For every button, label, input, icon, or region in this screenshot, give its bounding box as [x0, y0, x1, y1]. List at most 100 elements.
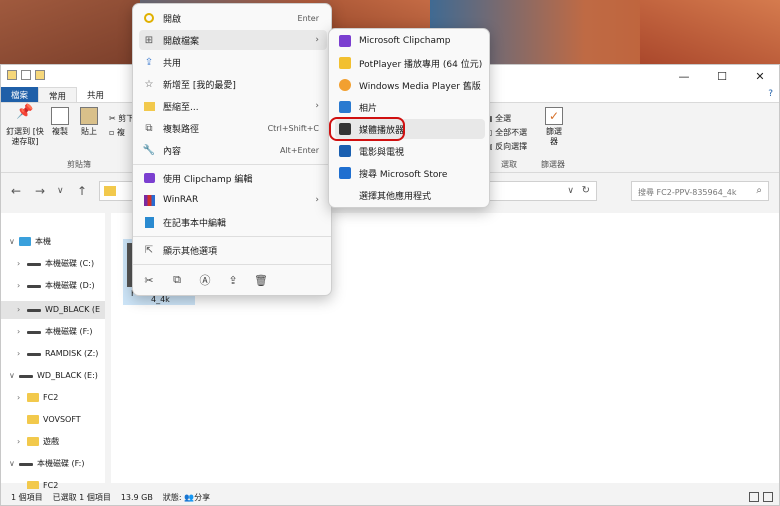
menu-item-add-favorites[interactable]: ☆ 新增至 [我的最愛]: [139, 74, 327, 94]
show-more-icon: ⇱: [144, 244, 154, 256]
paste-button[interactable]: 貼上: [75, 107, 103, 137]
app-label: 選擇其他應用程式: [359, 191, 432, 202]
chevron-down-icon[interactable]: ∨: [9, 459, 19, 468]
menu-item-share[interactable]: ⇪ 共用: [139, 52, 327, 72]
drive-icon: [19, 374, 33, 378]
copy-small-button[interactable]: ▫ 複: [109, 127, 125, 138]
chevron-right-icon[interactable]: ›: [17, 393, 27, 402]
help-icon[interactable]: ?: [768, 89, 773, 99]
wrench-icon: 🔧: [142, 144, 156, 156]
menu-item-clipchamp-edit[interactable]: 使用 Clipchamp 編輯: [139, 168, 327, 188]
tree-item-drive-z[interactable]: › RAMDISK (Z:): [17, 345, 98, 361]
recent-chevron-icon[interactable]: ∨: [57, 186, 64, 196]
media-player-icon: [339, 79, 351, 91]
tree-item-folder-vovsoft[interactable]: VOVSOFT: [27, 411, 81, 427]
menu-label: 在記事本中編輯: [163, 218, 227, 229]
app-search-store[interactable]: 搜尋 Microsoft Store: [335, 163, 485, 183]
tree-item-drive-e[interactable]: › WD_BLACK (E: [17, 301, 100, 317]
menu-separator: [133, 236, 331, 237]
selected-size: 13.9 GB: [120, 492, 153, 502]
tree-item-drive-f[interactable]: › 本機磁碟 (F:): [17, 323, 92, 339]
app-movies-tv[interactable]: 電影與電視: [335, 141, 485, 161]
cut-icon[interactable]: ✂: [141, 272, 157, 288]
app-potplayer[interactable]: PotPlayer 播放專用 (64 位元): [335, 53, 485, 73]
app-photos[interactable]: 相片: [335, 97, 485, 117]
chevron-right-icon[interactable]: ›: [17, 327, 27, 336]
menu-item-notepad-edit[interactable]: 在記事本中編輯: [139, 212, 327, 232]
tab-file[interactable]: 檔案: [1, 87, 39, 102]
app-clipchamp[interactable]: Microsoft Clipchamp: [335, 31, 485, 51]
filter-group-label: 篩選器: [541, 160, 565, 169]
maximize-button[interactable]: ☐: [703, 65, 741, 87]
menu-item-show-more[interactable]: ⇱ 顯示其他選項: [139, 240, 327, 260]
tab-share[interactable]: 共用: [77, 87, 114, 102]
menu-item-open-with[interactable]: ⊞ 開啟檔案 ›: [139, 30, 327, 50]
filter-button[interactable]: ✓ 篩選 器: [539, 107, 569, 147]
close-button[interactable]: ✕: [741, 65, 779, 87]
tree-item-wd-black[interactable]: ∨ WD_BLACK (E:): [9, 367, 98, 383]
cut-button[interactable]: ✂ 剪下: [109, 113, 134, 124]
invert-select-button[interactable]: ▣ 反向選擇: [485, 141, 527, 152]
app-choose-other[interactable]: 選擇其他應用程式: [335, 185, 485, 205]
tree-item-this-pc[interactable]: ∨ 本機: [9, 233, 51, 249]
delete-icon[interactable]: 🗑: [253, 272, 269, 288]
chevron-down-icon[interactable]: ∨: [9, 237, 19, 246]
share-icon[interactable]: ⇪: [225, 272, 241, 288]
menu-label: 壓縮至...: [163, 102, 199, 113]
chevron-down-icon[interactable]: ∨: [9, 371, 19, 380]
search-input[interactable]: 搜尋 FC2-PPV-835964_4k ⌕: [631, 181, 769, 201]
menu-item-open[interactable]: 開啟 Enter: [139, 8, 327, 28]
folder-icon[interactable]: [7, 70, 17, 80]
tree-item-drive-f2[interactable]: ∨ 本機磁碟 (F:): [9, 455, 84, 471]
copy-button[interactable]: 複製: [47, 107, 73, 137]
paste-icon: [80, 107, 98, 125]
pin-icon: 📌: [16, 104, 34, 120]
tree-item-folder-games[interactable]: › 遊戲: [17, 433, 59, 449]
chevron-down-icon[interactable]: ∨: [567, 186, 574, 196]
blank-icon: [339, 189, 351, 201]
tree-item-drive-d[interactable]: › 本機磁碟 (D:): [17, 277, 95, 293]
back-arrow-icon[interactable]: ←: [11, 184, 21, 198]
clipchamp-icon: [339, 35, 351, 47]
copy-icon[interactable]: ⧉: [169, 272, 185, 288]
chevron-right-icon[interactable]: ›: [17, 281, 27, 290]
select-group-label: 選取: [501, 160, 517, 169]
properties-icon[interactable]: [21, 70, 31, 80]
app-label: 搜尋 Microsoft Store: [359, 169, 448, 180]
select-none-button[interactable]: ▢ 全部不選: [485, 127, 527, 138]
potplayer-icon: [339, 57, 351, 69]
refresh-icon[interactable]: ↻: [582, 185, 590, 196]
large-icons-view-icon[interactable]: [763, 492, 773, 502]
copy-label: 複製: [52, 127, 68, 136]
rename-icon[interactable]: Ⓐ: [197, 272, 213, 288]
tree-label: 本機磁碟 (F:): [45, 326, 93, 336]
tab-home[interactable]: 常用: [38, 87, 78, 102]
people-icon: 👥: [184, 492, 195, 502]
minimize-button[interactable]: —: [665, 65, 703, 87]
pin-quick-access-button[interactable]: 📌 釘選到 [快速存取]: [5, 104, 45, 147]
invert-select-label: 反向選擇: [495, 142, 528, 151]
app-wmp-legacy[interactable]: Windows Media Player 舊版: [335, 75, 485, 95]
chevron-right-icon[interactable]: ›: [17, 349, 27, 358]
forward-arrow-icon[interactable]: →: [35, 184, 45, 198]
chevron-right-icon[interactable]: ›: [17, 305, 27, 314]
menu-item-winrar[interactable]: WinRAR ›: [139, 190, 327, 210]
item-count: 1 個項目: [11, 492, 43, 502]
chevron-right-icon[interactable]: ›: [17, 259, 27, 268]
state-label: 狀態:: [162, 492, 182, 502]
new-folder-icon[interactable]: [35, 70, 45, 80]
navigation-pane: ∨ 本機 › 本機磁碟 (C:) › 本機磁碟 (D:) › WD_BLACK (E ›…: [1, 213, 105, 490]
state-value: 分享: [194, 492, 211, 502]
chevron-right-icon[interactable]: ›: [17, 437, 27, 446]
clipboard-group-label: 剪貼簿: [67, 160, 91, 169]
menu-item-properties[interactable]: 🔧 內容 Alt+Enter: [139, 140, 327, 160]
up-arrow-icon[interactable]: ↑: [77, 184, 87, 198]
menu-label: 使用 Clipchamp 編輯: [163, 174, 253, 185]
tree-item-drive-c[interactable]: › 本機磁碟 (C:): [17, 255, 94, 271]
menu-item-compress[interactable]: 壓縮至... ›: [139, 96, 327, 116]
drive-icon: [27, 352, 41, 356]
drive-icon: [27, 284, 41, 288]
details-view-icon[interactable]: [749, 492, 759, 502]
tree-item-folder-fc2[interactable]: › FC2: [17, 389, 58, 405]
menu-item-copy-path[interactable]: ⧉ 複製路徑 Ctrl+Shift+C: [139, 118, 327, 138]
